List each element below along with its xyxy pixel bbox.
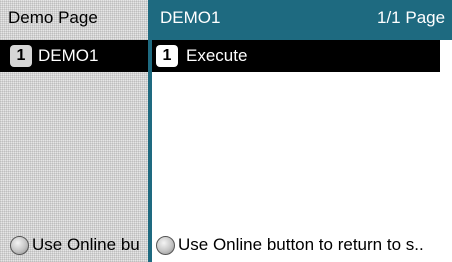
execute-item[interactable]: 1 Execute bbox=[152, 40, 440, 72]
menu-item-label: DEMO1 bbox=[38, 46, 99, 65]
page-indicator: 1/1 Page bbox=[377, 8, 446, 27]
detail-header-bar: DEMO1 1/1 Page bbox=[152, 0, 452, 40]
status-hint: Use Online bu bbox=[10, 235, 140, 255]
panel-title: Demo Page bbox=[8, 8, 98, 27]
online-button-icon bbox=[10, 235, 29, 255]
status-hint-text: Use Online button to return to s.. bbox=[178, 235, 424, 254]
item-number-badge: 1 bbox=[10, 45, 32, 67]
menu-item-demo1[interactable]: 1 DEMO1 bbox=[0, 40, 148, 72]
status-hint-text: Use Online bu bbox=[32, 235, 140, 254]
menu-list-panel: Demo Page 1 DEMO1 Use Online bu bbox=[0, 0, 148, 262]
online-button-icon bbox=[156, 235, 175, 255]
item-number-badge: 1 bbox=[156, 45, 178, 67]
status-hint: Use Online button to return to s.. bbox=[156, 235, 424, 255]
execute-label: Execute bbox=[186, 46, 248, 65]
detail-title: DEMO1 bbox=[160, 8, 221, 27]
detail-panel: DEMO1 1/1 Page 1 Execute Use Online butt… bbox=[152, 0, 452, 262]
